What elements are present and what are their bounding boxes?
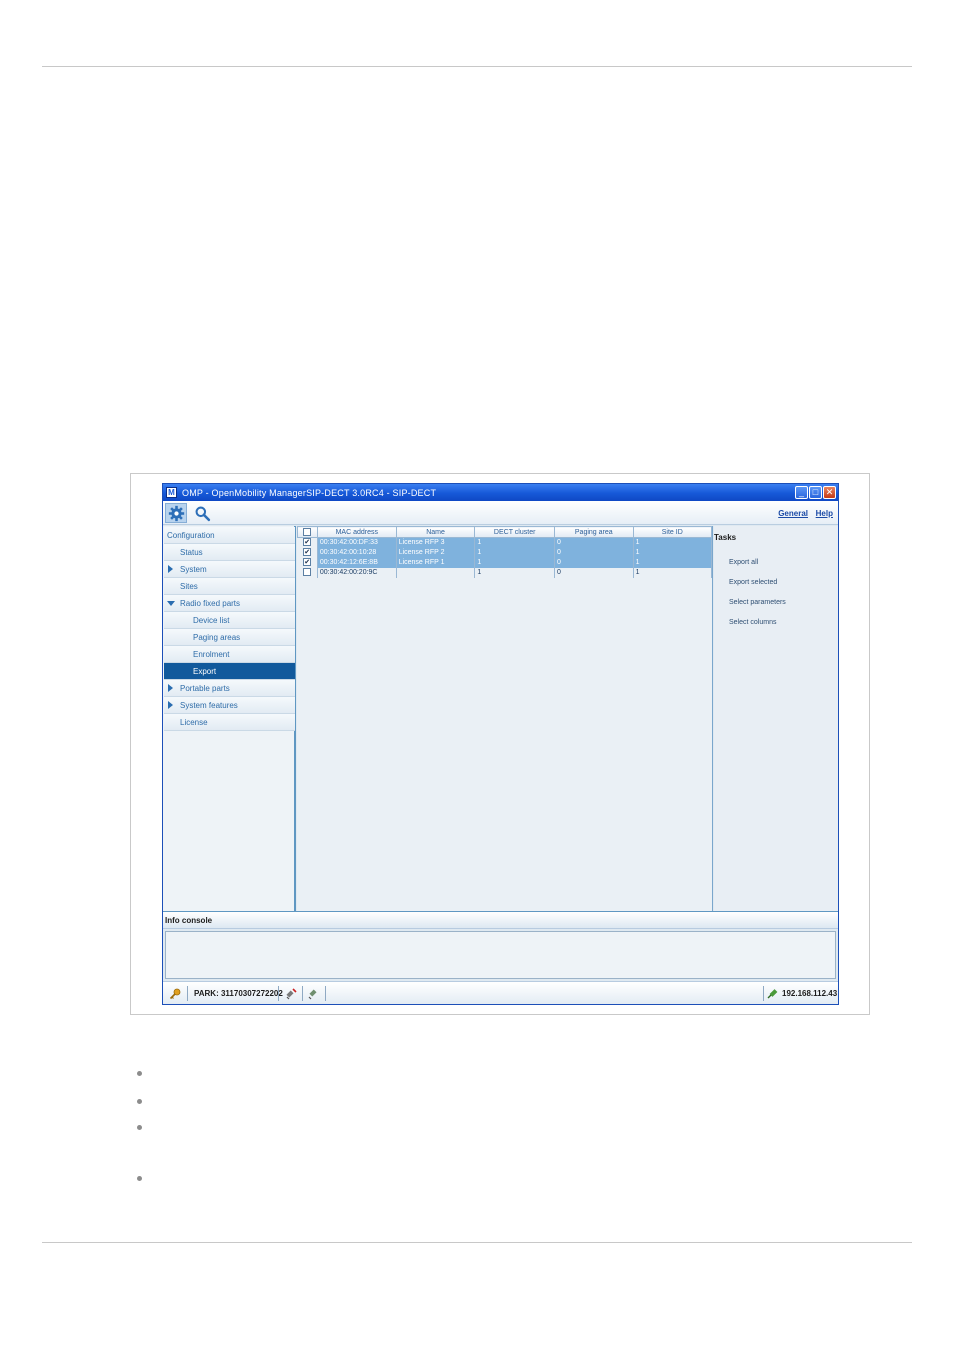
column-header-site-id[interactable]: Site ID bbox=[632, 526, 713, 538]
plug-icon[interactable] bbox=[307, 982, 320, 1004]
column-header-paging-area[interactable]: Paging area bbox=[553, 526, 634, 538]
cell-site-id: 1 bbox=[633, 547, 713, 558]
cell-mac: 00:30:42:00:20:9C bbox=[317, 567, 397, 578]
cell-site-id: 1 bbox=[633, 537, 713, 548]
cell-paging-area: 0 bbox=[554, 557, 634, 568]
tasks-panel: Tasks Export all Export selected Select … bbox=[714, 526, 838, 911]
navigation-tree: Configuration Status System Sites Radio … bbox=[163, 526, 296, 911]
list-bullet bbox=[137, 1125, 142, 1130]
row-checkbox[interactable]: ✔ bbox=[303, 538, 312, 547]
list-bullet bbox=[137, 1071, 142, 1076]
expand-arrow-icon[interactable] bbox=[168, 684, 173, 692]
minimize-button[interactable]: _ bbox=[795, 486, 808, 499]
general-link[interactable]: General bbox=[778, 509, 808, 518]
nav-item-license[interactable]: License bbox=[164, 714, 295, 731]
cell-mac: 00:30:42:00:10:28 bbox=[317, 547, 397, 558]
nav-item-enrolment[interactable]: Enrolment bbox=[164, 646, 295, 663]
column-header-name[interactable]: Name bbox=[395, 526, 476, 538]
task-select-columns[interactable]: Select columns bbox=[729, 619, 776, 626]
search-tool-button[interactable] bbox=[191, 503, 213, 523]
cell-dect-cluster: 1 bbox=[474, 557, 555, 568]
status-bar: PARK: 31170307272202 192.168.112.43 bbox=[163, 981, 838, 1004]
column-header-dect-cluster[interactable]: DECT cluster bbox=[474, 526, 555, 538]
nav-item-paging-areas[interactable]: Paging areas bbox=[164, 629, 295, 646]
cell-mac: 00:30:42:12:6E:8B bbox=[317, 557, 397, 568]
cell-paging-area: 0 bbox=[554, 567, 634, 578]
table-row[interactable]: ✔ 00:30:42:00:DF:33 License RFP 3 1 0 1 bbox=[297, 537, 713, 548]
cell-name: License RFP 3 bbox=[396, 537, 476, 548]
tasks-title: Tasks bbox=[714, 533, 737, 542]
server-ip-address: 192.168.112.43 bbox=[782, 989, 838, 998]
row-checkbox[interactable]: ✔ bbox=[303, 548, 312, 557]
window-controls: _ □ ✕ bbox=[795, 486, 836, 499]
window-title: OMP - OpenMobility ManagerSIP-DECT 3.0RC… bbox=[182, 487, 437, 498]
cell-site-id: 1 bbox=[633, 567, 713, 578]
select-all-checkbox-header[interactable] bbox=[297, 526, 318, 538]
connected-plug-icon bbox=[767, 982, 780, 1004]
cell-name: License RFP 1 bbox=[396, 557, 476, 568]
info-console-body[interactable] bbox=[165, 931, 836, 979]
task-export-selected[interactable]: Export selected bbox=[729, 579, 777, 586]
nav-item-portable-parts[interactable]: Portable parts bbox=[164, 680, 295, 697]
column-header-mac[interactable]: MAC address bbox=[316, 526, 397, 538]
page-footer-rule bbox=[42, 1242, 912, 1243]
title-bar[interactable]: M OMP - OpenMobility ManagerSIP-DECT 3.0… bbox=[163, 484, 838, 501]
nav-item-status[interactable]: Status bbox=[164, 544, 295, 561]
info-console-header: Info console bbox=[163, 911, 838, 929]
list-bullet bbox=[137, 1176, 142, 1181]
nav-item-radio-fixed-parts[interactable]: Radio fixed parts bbox=[164, 595, 295, 612]
task-export-all[interactable]: Export all bbox=[729, 559, 758, 566]
maximize-button[interactable]: □ bbox=[809, 486, 822, 499]
gear-icon bbox=[168, 505, 184, 521]
select-all-checkbox[interactable] bbox=[303, 528, 312, 536]
cell-dect-cluster: 1 bbox=[474, 547, 555, 558]
table-row[interactable]: ✔ 00:30:42:00:10:28 License RFP 2 1 0 1 bbox=[297, 547, 713, 558]
table-row[interactable]: 00:30:42:00:20:9C 1 0 1 bbox=[297, 567, 713, 578]
park-number: PARK: 31170307272202 bbox=[194, 989, 283, 998]
disconnected-plug-icon[interactable] bbox=[285, 982, 298, 1004]
nav-item-export[interactable]: Export bbox=[164, 663, 295, 680]
cell-dect-cluster: 1 bbox=[474, 567, 555, 578]
cell-name bbox=[396, 567, 476, 578]
cell-site-id: 1 bbox=[633, 557, 713, 568]
row-checkbox[interactable] bbox=[303, 568, 312, 577]
page-header-rule bbox=[42, 66, 912, 67]
nav-item-system-features[interactable]: System features bbox=[164, 697, 295, 714]
cell-name: License RFP 2 bbox=[396, 547, 476, 558]
cell-paging-area: 0 bbox=[554, 537, 634, 548]
help-link[interactable]: Help bbox=[816, 509, 833, 518]
app-icon: M bbox=[166, 487, 177, 498]
table-row[interactable]: ✔ 00:30:42:12:6E:8B License RFP 1 1 0 1 bbox=[297, 557, 713, 568]
close-button[interactable]: ✕ bbox=[823, 486, 836, 499]
list-bullet bbox=[137, 1099, 142, 1104]
rfp-export-table: MAC address Name DECT cluster Paging are… bbox=[297, 526, 713, 578]
cell-mac: 00:30:42:00:DF:33 bbox=[317, 537, 397, 548]
search-icon bbox=[195, 506, 210, 521]
table-header-row: MAC address Name DECT cluster Paging are… bbox=[297, 526, 713, 538]
configuration-tool-button[interactable] bbox=[165, 503, 187, 523]
omp-window: M OMP - OpenMobility ManagerSIP-DECT 3.0… bbox=[162, 483, 839, 1005]
nav-item-device-list[interactable]: Device list bbox=[164, 612, 295, 629]
nav-item-sites[interactable]: Sites bbox=[164, 578, 295, 595]
expand-arrow-icon[interactable] bbox=[168, 565, 173, 573]
expand-arrow-icon[interactable] bbox=[168, 701, 173, 709]
nav-item-system[interactable]: System bbox=[164, 561, 295, 578]
toolbar: General Help bbox=[163, 501, 838, 525]
export-table-panel: MAC address Name DECT cluster Paging are… bbox=[297, 526, 713, 911]
collapse-arrow-icon[interactable] bbox=[167, 601, 175, 606]
cell-dect-cluster: 1 bbox=[474, 537, 555, 548]
task-select-parameters[interactable]: Select parameters bbox=[729, 599, 786, 606]
row-checkbox[interactable]: ✔ bbox=[303, 558, 312, 567]
key-icon bbox=[169, 982, 181, 1004]
nav-item-configuration[interactable]: Configuration bbox=[164, 527, 295, 544]
cell-paging-area: 0 bbox=[554, 547, 634, 558]
